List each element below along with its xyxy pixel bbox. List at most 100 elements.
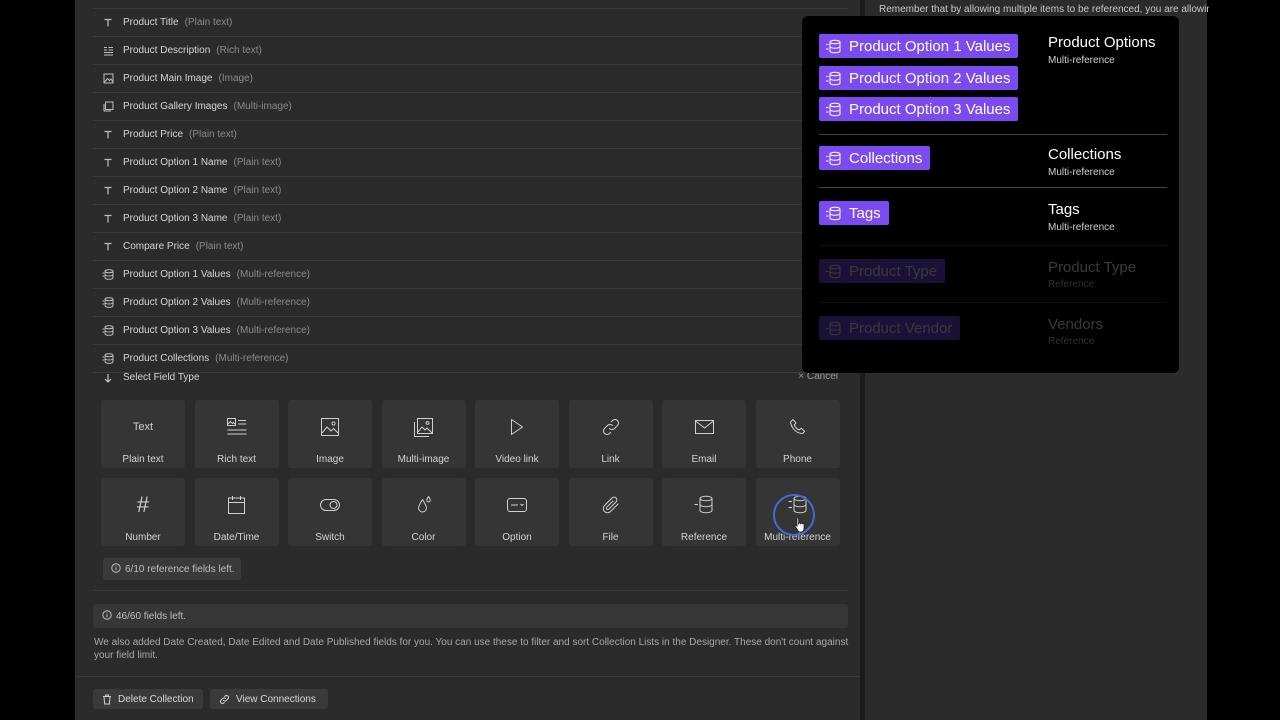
collection-subtitle: Multi-reference (1048, 55, 1115, 66)
field-type-reference[interactable]: Reference (662, 478, 746, 546)
field-type-plain-text[interactable]: Text Plain text (101, 400, 185, 468)
field-row[interactable]: Product Option 1 Name (Plain text) (93, 149, 848, 177)
collection-subtitle: Multi-reference (1048, 222, 1115, 233)
field-type: (Multi-reference) (236, 269, 311, 280)
field-type: (Plain text) (233, 157, 282, 168)
field-name: Product Option 2 Values (123, 297, 231, 308)
field-type-switch[interactable]: Switch (288, 478, 372, 546)
field-row[interactable]: Product Option 3 Values (Multi-reference… (93, 317, 848, 345)
reference-pill-label: Tags (849, 204, 881, 222)
collection-title: Product Type (1048, 259, 1137, 276)
field-name: Product Description (123, 45, 211, 56)
image-icon (93, 73, 123, 84)
email-icon (662, 416, 746, 438)
field-row[interactable]: Product Main Image (Image) (93, 65, 848, 93)
field-type: (Plain text) (195, 241, 244, 252)
field-name: Product Main Image (123, 73, 213, 84)
field-type-label: Rich text (217, 454, 256, 465)
multi-reference-icon (825, 206, 842, 221)
field-row[interactable]: Product Option 1 Values (Multi-reference… (93, 261, 848, 289)
field-row[interactable]: Product Title (Plain text) (93, 9, 848, 37)
multi-image-icon (93, 101, 123, 112)
multi-reference-icon (825, 71, 842, 86)
field-row[interactable]: Product Option 2 Values (Multi-reference… (93, 289, 848, 317)
field-type-email[interactable]: Email (662, 400, 746, 468)
field-type-video-link[interactable]: Video link (475, 400, 559, 468)
field-type-image[interactable]: Image (288, 400, 372, 468)
close-icon: × (798, 371, 805, 382)
info-icon (111, 562, 121, 576)
field-row[interactable]: Compare Price (Plain text) (93, 233, 848, 261)
field-type-multi-image[interactable]: Multi-image (381, 400, 466, 468)
text-icon (93, 158, 123, 168)
field-row[interactable]: Product Option 3 Name (Plain text) (93, 205, 848, 233)
field-name: Product Price (123, 129, 184, 140)
date-time-icon (195, 494, 279, 516)
reference-pill-label: Product Option 1 Values (849, 37, 1011, 55)
field-type-color[interactable]: Color (381, 478, 466, 546)
field-type: (Rich text) (216, 45, 262, 56)
multi-image-icon (382, 416, 466, 438)
multi-reference-icon (93, 353, 123, 364)
video-link-icon (475, 416, 559, 438)
reference-pill-label: Product Option 3 Values (849, 100, 1011, 118)
field-name: Product Option 3 Values (123, 325, 231, 336)
collection-references-overlay: Product Option 1 Values Product Option 2… (802, 16, 1179, 373)
reference-pill: Product Option 1 Values (819, 34, 1019, 58)
reference-fields-note: 6/10 reference fields left. (103, 558, 241, 580)
collection-title: Vendors (1048, 316, 1104, 333)
field-row[interactable]: Product Price (Plain text) (93, 121, 848, 149)
field-list: Product Title (Plain text) Product Descr… (93, 8, 848, 373)
field-type-rich-text[interactable]: Rich text (194, 400, 279, 468)
divider (819, 302, 1167, 303)
text-icon (93, 130, 123, 140)
field-row[interactable]: Product Description (Rich text) (93, 37, 848, 65)
field-type-date-time[interactable]: Date/Time (194, 478, 279, 546)
field-type-file[interactable]: File (568, 478, 653, 546)
reference-pill-label: Product Option 2 Values (849, 69, 1011, 87)
field-row[interactable]: Product Option 2 Name (Plain text) (93, 177, 848, 205)
fields-left-text: 46/60 fields left. (116, 610, 187, 622)
field-type-label: Plain text (122, 454, 164, 465)
field-type-label: Email (691, 454, 717, 465)
screen-edge (1207, 0, 1280, 720)
text-icon (93, 18, 123, 28)
field-type-link[interactable]: Link (568, 400, 653, 468)
multi-reference-icon (93, 269, 123, 280)
rich-text-icon (195, 416, 279, 438)
switch-icon (288, 494, 372, 516)
field-name: Product Option 2 Name (123, 185, 228, 196)
multi-reference-icon (93, 297, 123, 308)
text-icon (93, 242, 123, 252)
view-connections-button[interactable]: View Connections (210, 689, 328, 709)
collection-subtitle: Reference (1048, 336, 1095, 347)
color-icon (382, 494, 466, 516)
delete-collection-button[interactable]: Delete Collection (93, 689, 203, 709)
field-type-label: Date/Time (213, 532, 260, 543)
reference-icon (662, 494, 746, 516)
divider (75, 676, 860, 677)
field-type: (Multi-image) (233, 101, 292, 112)
field-row[interactable]: Product Gallery Images (Multi-image) (93, 93, 848, 121)
field-type-label: Switch (315, 532, 345, 543)
field-type-label: Number (125, 532, 161, 543)
divider (93, 590, 848, 591)
reference-icon (825, 264, 842, 279)
mouse-cursor-icon (794, 517, 806, 538)
text-icon: Text (132, 421, 154, 433)
arrow-down-icon (93, 373, 123, 383)
field-type-phone[interactable]: Phone (755, 400, 840, 468)
phone-icon (756, 416, 840, 438)
reference-icon (825, 321, 842, 336)
reference-pill: Product Vendor (819, 316, 961, 340)
divider (819, 245, 1167, 246)
reference-pill: Collections (819, 146, 931, 170)
field-type-number[interactable]: # Number (101, 478, 185, 546)
field-type-label: File (602, 532, 619, 543)
field-name: Product Collections (123, 353, 210, 364)
multi-reference-icon (825, 151, 842, 166)
view-connections-label: View Connections (236, 693, 316, 705)
divider (819, 134, 1167, 135)
reference-pill-label: Product Vendor (849, 319, 953, 337)
field-type-option[interactable]: Option (475, 478, 559, 546)
